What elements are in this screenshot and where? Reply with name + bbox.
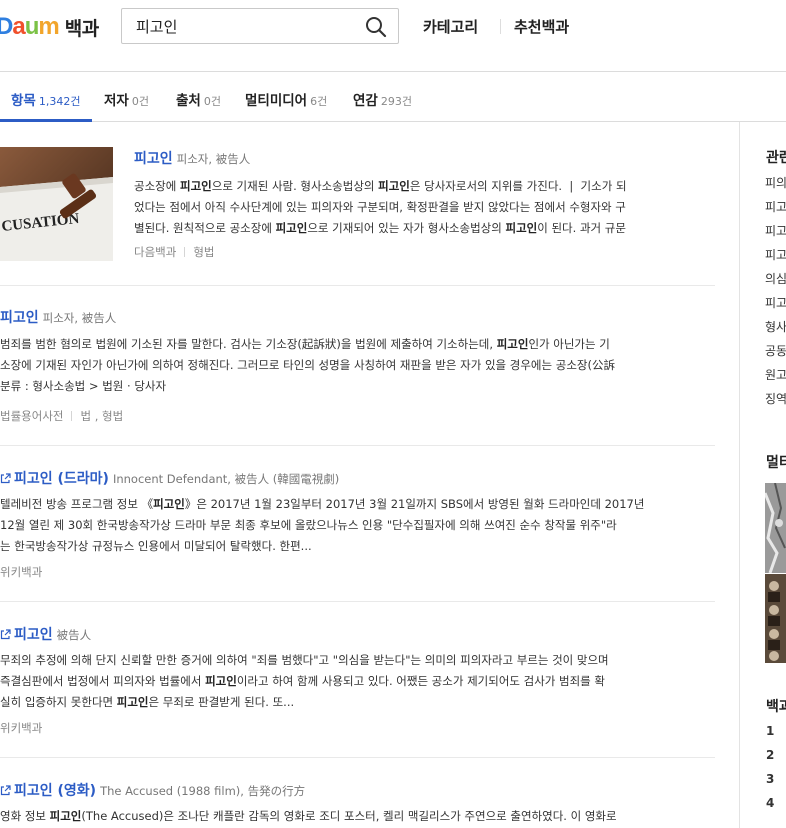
related-list: 피의 피고 피고 피고 의심 피고 형사 공동 원고 징역 [765, 174, 786, 414]
source-link[interactable]: 위키백과 [0, 721, 42, 735]
sidebar-related-title: 관련 [766, 150, 786, 166]
desc-line: 영화 정보 피고인(The Accused)은 조나단 캐플란 감독의 영화로 … [0, 809, 617, 823]
result-source: 다음백과 형법 [134, 244, 215, 260]
nav-recommended[interactable]: 추천백과 [514, 16, 569, 37]
related-item[interactable]: 의심 [765, 270, 786, 294]
external-link-icon [0, 785, 11, 796]
desc-line: 었다는 점에서 아직 수사단계에 있는 피의자와 구분되며, 확정판결을 받지 … [134, 200, 626, 214]
ranking-list: 1 2 3 4 [766, 724, 774, 820]
result-description: 범죄를 범한 혐의로 법원에 기소된 자를 말한다. 검사는 기소장(起訴狀)을… [0, 334, 717, 376]
tab-yearbook[interactable]: 연감 293건 [353, 89, 412, 109]
ranking-item[interactable]: 1 [766, 724, 774, 748]
multimedia-thumbnail[interactable] [765, 483, 786, 573]
desc-line: 무죄의 추정에 의해 단지 신뢰할 만한 증거에 의하여 "죄를 범했다"고 "… [0, 653, 609, 667]
result-title[interactable]: 피고인 (영화) The Accused (1988 film), 告発の行方 [0, 780, 305, 800]
ranking-item[interactable]: 2 [766, 748, 774, 772]
nav-category[interactable]: 카테고리 [423, 16, 478, 37]
desc-line: 실히 입증하지 못한다면 피고인은 무죄로 판결받게 된다. 또... [0, 695, 295, 709]
result-source: 위키백과 [0, 564, 42, 580]
source-link[interactable]: 다음백과 [134, 245, 176, 259]
related-item[interactable]: 원고 [765, 366, 786, 390]
result-description: 영화 정보 피고인(The Accused)은 조나단 캐플란 감독의 영화로 … [0, 806, 717, 827]
tabs-divider [0, 121, 786, 122]
tab-sources[interactable]: 출처 0건 [176, 89, 221, 109]
sidebar-ranking-title: 백과 [766, 699, 786, 715]
search-box[interactable] [121, 8, 399, 44]
related-item[interactable]: 피고 [765, 246, 786, 270]
result-title[interactable]: 피고인 (드라마) Innocent Defendant, 被告人 (韓國電視劇) [0, 468, 339, 488]
sidebar-multimedia-title: 멀티 [766, 455, 786, 471]
ranking-item[interactable]: 4 [766, 796, 774, 820]
related-item[interactable]: 피의 [765, 174, 786, 198]
daum-logo[interactable]: Daum 백과 [0, 13, 99, 41]
related-item[interactable]: 피고 [765, 294, 786, 318]
result-source: 위키백과 [0, 720, 42, 736]
desc-line: 12월 열린 제 30회 한국방송작가상 드라마 부문 최종 후보에 올랐으나뉴… [0, 518, 617, 532]
result-title[interactable]: 피고인 피소자, 被告人 [0, 307, 116, 327]
multimedia-thumbnail[interactable] [765, 574, 786, 663]
desc-line: 텔레비전 방송 프로그램 정보 《피고인》은 2017년 1월 23일부터 20… [0, 497, 645, 511]
service-name[interactable]: 백과 [65, 14, 99, 41]
result-description: 공소장에 피고인으로 기재된 사람. 형사소송법상의 피고인은 당사자로서의 지… [134, 176, 719, 239]
desc-line: 범죄를 범한 혐의로 법원에 기소된 자를 말한다. 검사는 기소장(起訴狀)을… [0, 337, 610, 351]
result-title[interactable]: 피고인 被告人 [0, 624, 91, 644]
result-source: 법률용어사전 법 , 형법 [0, 408, 123, 424]
external-link-icon [0, 473, 11, 484]
result-description: 무죄의 추정에 의해 단지 신뢰할 만한 증거에 의하여 "죄를 범했다"고 "… [0, 650, 717, 713]
related-item[interactable]: 피고 [765, 198, 786, 222]
result-description: 텔레비전 방송 프로그램 정보 《피고인》은 2017년 1월 23일부터 20… [0, 494, 717, 557]
source-link[interactable]: 법률용어사전 [0, 409, 63, 423]
desc-line: 소장에 기재된 자인가 아닌가에 의하여 정해진다. 그러므로 타인의 성명을 … [0, 358, 615, 372]
active-tab-indicator [0, 119, 92, 122]
source-link[interactable]: 위키백과 [0, 565, 42, 579]
related-item[interactable]: 피고 [765, 222, 786, 246]
result-title[interactable]: 피고인 피소자, 被告人 [134, 148, 250, 168]
logo-wordmark: Daum [0, 13, 60, 40]
result-thumbnail[interactable]: CUSATION [0, 147, 113, 261]
result-divider [0, 445, 715, 446]
related-item[interactable]: 징역 [765, 390, 786, 414]
desc-line: 는 한국방송작가상 규정뉴스 인용에서 미달되어 탈락했다. 한편... [0, 539, 312, 553]
desc-line: 공소장에 피고인으로 기재된 사람. 형사소송법상의 피고인은 당사자로서의 지… [134, 179, 627, 193]
search-icon[interactable] [364, 15, 388, 39]
source-category[interactable]: 형법 [193, 245, 214, 259]
nav-divider [500, 19, 501, 34]
result-category: 분류 : 형사소송법 > 법원 · 당사자 [0, 379, 167, 393]
ranking-item[interactable]: 3 [766, 772, 774, 796]
result-divider [0, 601, 715, 602]
tab-items[interactable]: 항목 1,342건 [11, 89, 80, 109]
desc-line: 즉결심판에서 법정에서 피의자와 법률에서 피고인이라고 하여 함께 사용되고 … [0, 674, 605, 688]
related-item[interactable]: 형사 [765, 318, 786, 342]
tab-authors[interactable]: 저자 0건 [104, 89, 149, 109]
tab-multimedia[interactable]: 멀티미디어 6건 [245, 89, 327, 109]
sidebar-divider [739, 122, 740, 828]
result-divider [0, 757, 715, 758]
result-divider [0, 285, 715, 286]
result-tabs: 항목 1,342건 저자 0건 출처 0건 멀티미디어 6건 연감 293건 [0, 72, 786, 122]
source-category[interactable]: 법 , 형법 [80, 409, 123, 423]
related-item[interactable]: 공동 [765, 342, 786, 366]
desc-line: 별된다. 원칙적으로 공소장에 피고인으로 기재되어 있는 자가 형사소송법상의… [134, 221, 626, 235]
search-input[interactable] [136, 15, 356, 37]
external-link-icon [0, 629, 11, 640]
